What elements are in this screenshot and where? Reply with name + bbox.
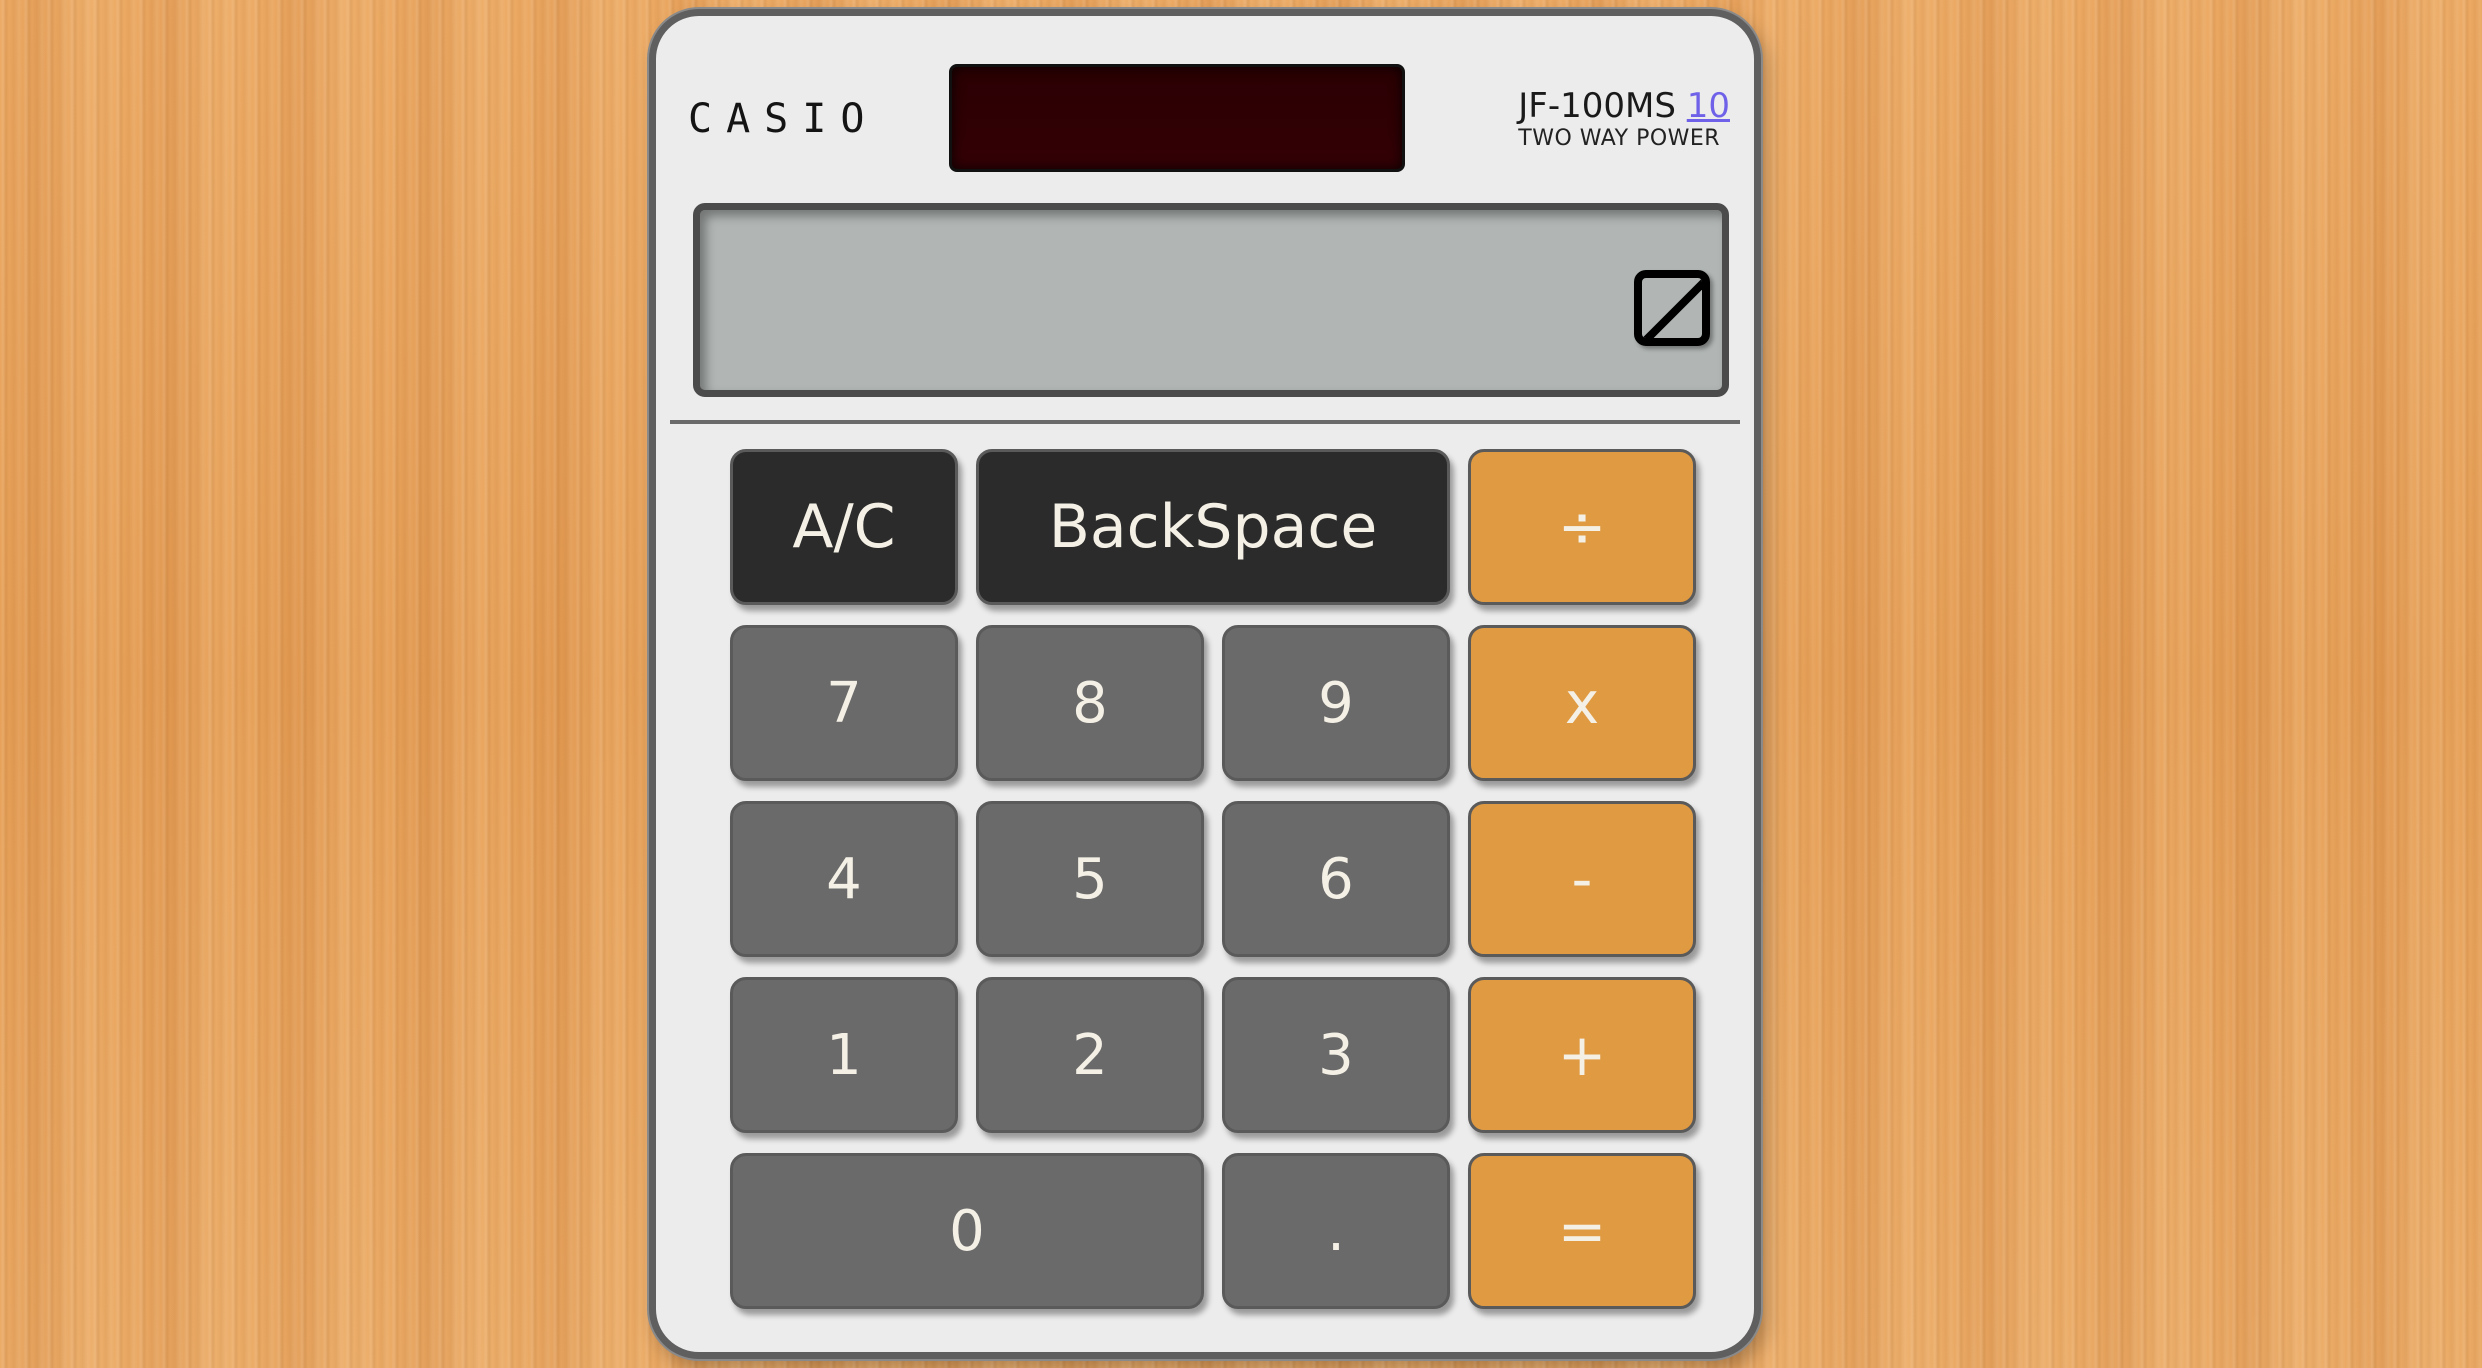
model-number-link[interactable]: 10 [1687,86,1730,126]
key-8-button[interactable]: 8 [976,625,1204,781]
key-9-label: 9 [1318,670,1354,736]
subtract-button[interactable]: - [1468,801,1696,957]
key-4-button[interactable]: 4 [730,801,958,957]
key-0-button[interactable]: 0 [730,1153,1204,1309]
multiply-label: x [1564,669,1600,737]
clear-button[interactable]: A/C [730,449,958,605]
solar-panel [949,64,1405,172]
key-2-label: 2 [1072,1022,1108,1088]
key-2-button[interactable]: 2 [976,977,1204,1133]
backspace-button[interactable]: BackSpace [976,449,1450,605]
key-1-label: 1 [826,1022,862,1088]
lcd-display: 0 [693,203,1729,397]
divide-button[interactable]: ÷ [1468,449,1696,605]
model-subtitle: TWO WAY POWER [1518,126,1721,151]
clear-label: A/C [792,492,896,562]
key-1-button[interactable]: 1 [730,977,958,1133]
multiply-button[interactable]: x [1468,625,1696,781]
key-4-label: 4 [826,846,862,912]
key-9-button[interactable]: 9 [1222,625,1450,781]
backspace-label: BackSpace [1048,492,1378,562]
add-label: + [1557,1021,1607,1089]
decimal-button[interactable]: . [1222,1153,1450,1309]
key-7-button[interactable]: 7 [730,625,958,781]
divide-label: ÷ [1557,493,1607,561]
key-7-label: 7 [826,670,862,736]
equals-label: = [1557,1197,1607,1265]
decimal-label: . [1327,1198,1345,1264]
display-value: 0 [1634,270,1710,346]
key-5-label: 5 [1072,846,1108,912]
key-6-label: 6 [1318,846,1354,912]
key-3-label: 3 [1318,1022,1354,1088]
key-0-label: 0 [949,1198,985,1264]
divider [670,420,1740,424]
model-name: JF-100MS [1518,86,1676,126]
add-button[interactable]: + [1468,977,1696,1133]
model-name-line: JF-100MS 10 [1518,86,1730,126]
key-8-label: 8 [1072,670,1108,736]
model-info: JF-100MS 10 TWO WAY POWER [1518,86,1730,151]
key-5-button[interactable]: 5 [976,801,1204,957]
calculator-body: CASIO JF-100MS 10 TWO WAY POWER 0 A/C Ba… [649,9,1761,1359]
key-3-button[interactable]: 3 [1222,977,1450,1133]
brand-logo: CASIO [688,96,879,142]
key-6-button[interactable]: 6 [1222,801,1450,957]
subtract-label: - [1571,845,1593,913]
equals-button[interactable]: = [1468,1153,1696,1309]
